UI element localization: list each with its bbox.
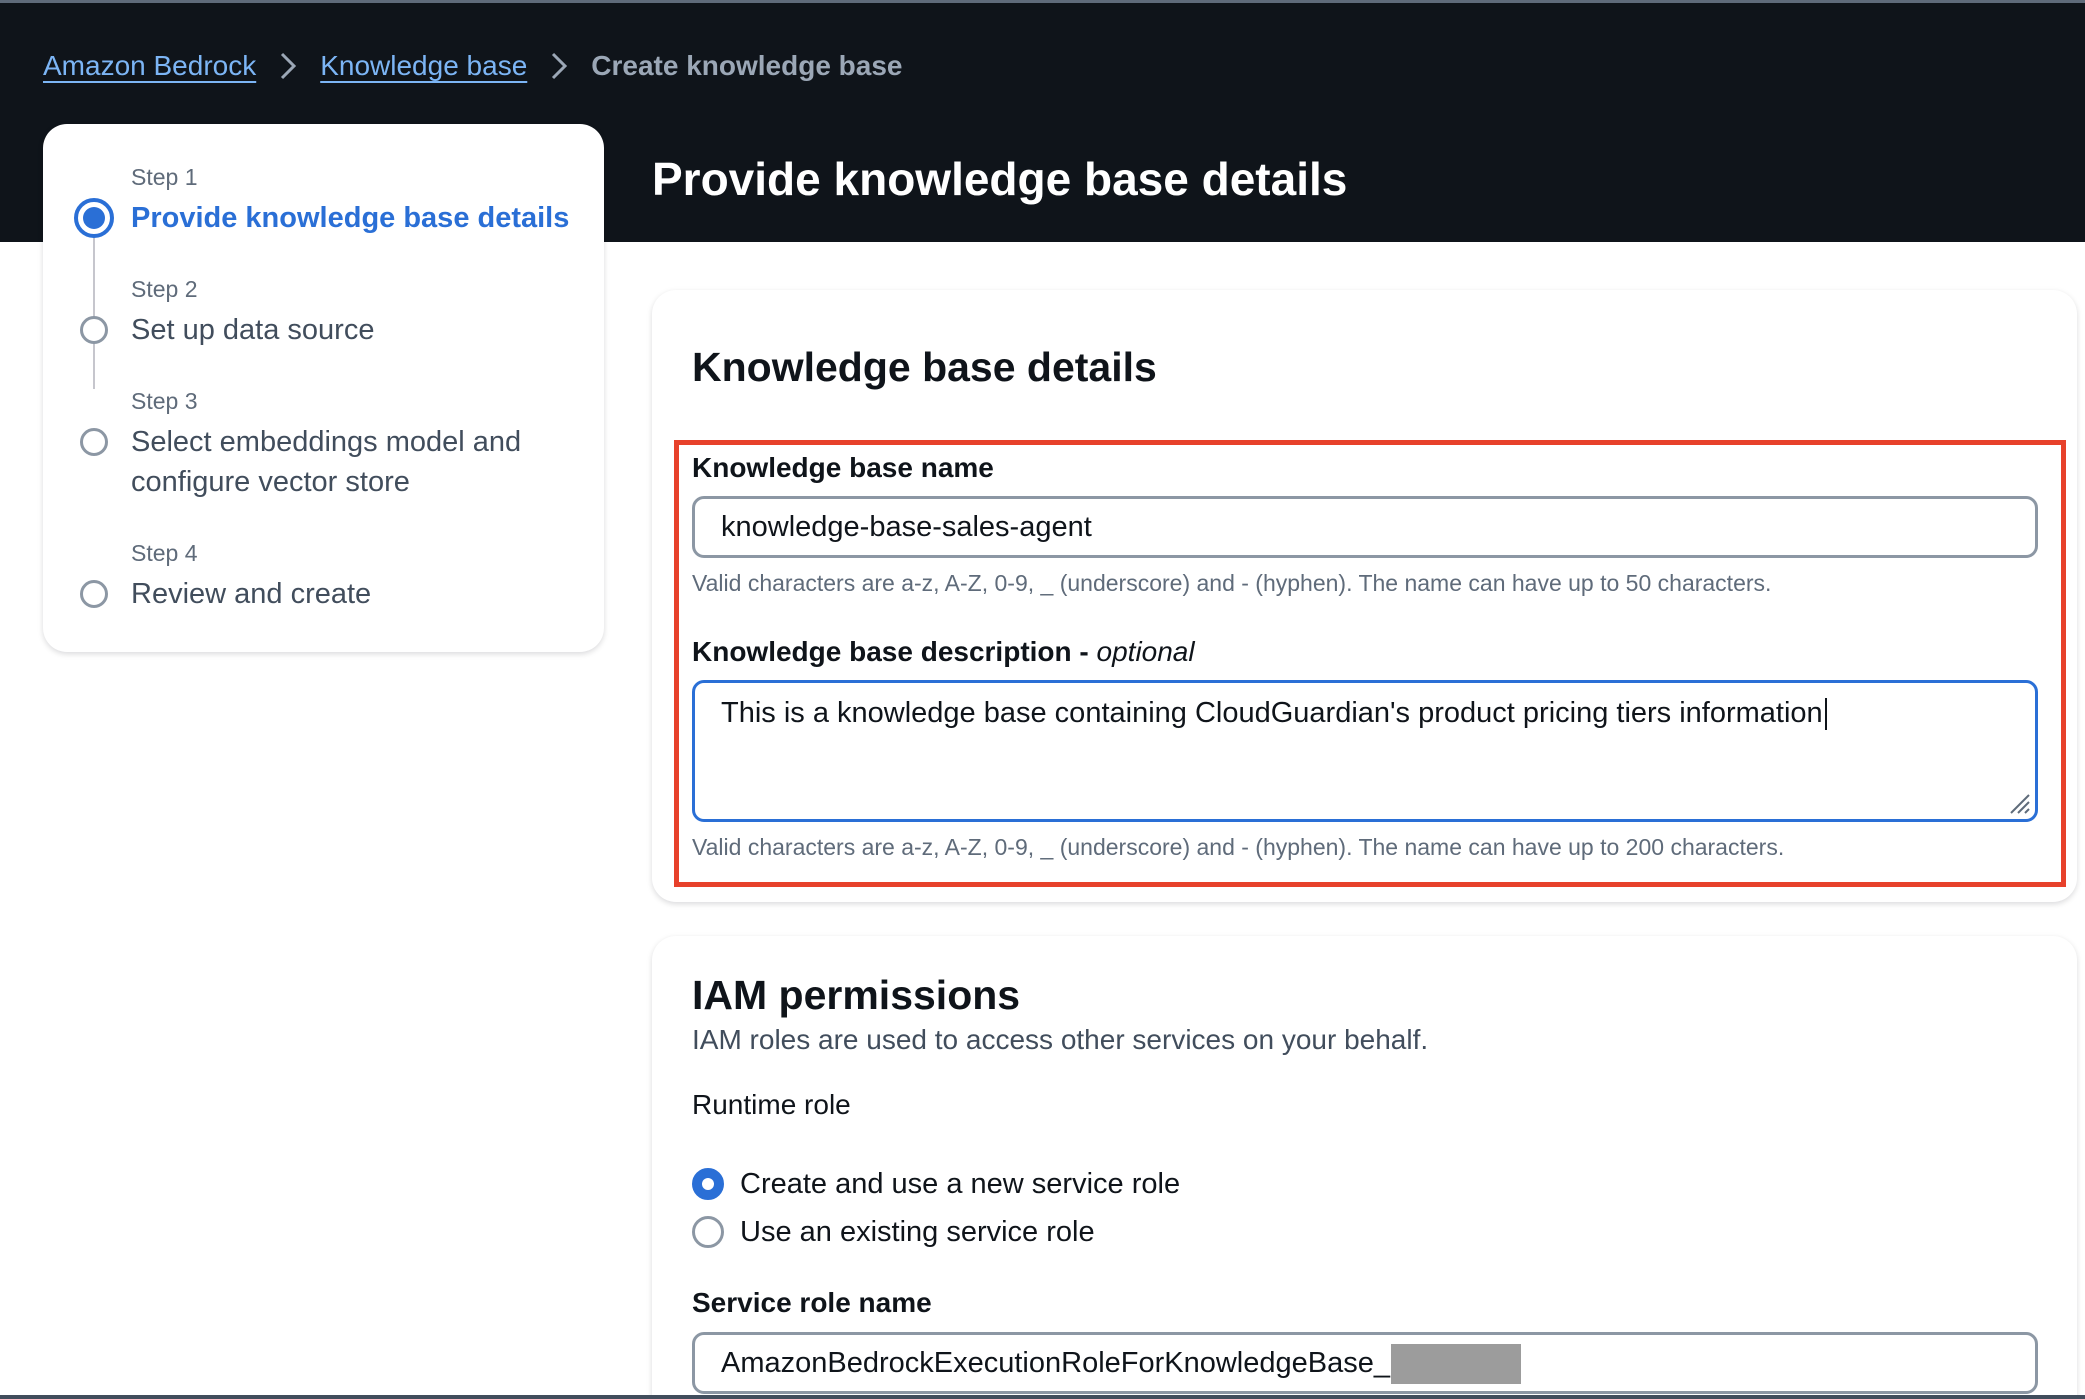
kb-description-label: Knowledge base description - optional [692, 636, 1195, 668]
section-heading: IAM permissions [692, 972, 1021, 1018]
kb-description-hint: Valid characters are a-z, A-Z, 0-9, _ (u… [692, 834, 1785, 860]
step-indicator-icon [80, 316, 108, 344]
wizard-steps-panel: Step 1 Provide knowledge base details St… [43, 124, 604, 652]
radio-label: Create and use a new service role [740, 1167, 1181, 1200]
kb-description-value: This is a knowledge base containing Clou… [721, 697, 1823, 729]
step-title: Set up data source [131, 314, 375, 346]
step-number: Step 1 [131, 164, 198, 190]
runtime-role-label: Runtime role [692, 1089, 851, 1120]
kb-name-input[interactable]: knowledge-base-sales-agent [692, 496, 2038, 558]
bottom-border [0, 1395, 2085, 1399]
kb-name-hint: Valid characters are a-z, A-Z, 0-9, _ (u… [692, 570, 1772, 596]
top-border [0, 0, 2085, 3]
optional-tag: optional [1096, 636, 1195, 667]
chevron-right-icon [527, 46, 591, 86]
section-heading: Knowledge base details [692, 344, 1157, 390]
service-role-name-value: AmazonBedrockExecutionRoleForKnowledgeBa… [721, 1347, 1390, 1379]
radio-unchecked-icon[interactable] [692, 1216, 724, 1248]
step-title-line-2: configure vector store [131, 466, 410, 498]
page: Amazon Bedrock Knowledge base Create kno… [0, 0, 2085, 1399]
iam-description: IAM roles are used to access other servi… [692, 1024, 1429, 1055]
step-indicator-icon [80, 428, 108, 456]
step-number: Step 4 [131, 540, 198, 566]
redacted-block [1391, 1344, 1521, 1385]
step-title[interactable]: Provide knowledge base details [131, 198, 569, 238]
chevron-right-icon [256, 46, 320, 86]
service-role-name-label: Service role name [692, 1287, 932, 1318]
knowledge-base-details-container: Knowledge base details Knowledge base na… [652, 290, 2077, 902]
iam-permissions-container: IAM permissions IAM roles are used to ac… [652, 936, 2077, 1399]
step-indicator-icon [80, 580, 108, 608]
radio-label: Use an existing service role [740, 1215, 1095, 1248]
step-title-line-1: Select embeddings model and [131, 426, 522, 458]
service-role-name-input[interactable]: AmazonBedrockExecutionRoleForKnowledgeBa… [692, 1332, 2038, 1394]
text-cursor [1824, 698, 1827, 731]
step-title: Review and create [131, 578, 372, 610]
breadcrumb-current: Create knowledge base [591, 50, 903, 81]
breadcrumb-link-amazon-bedrock[interactable]: Amazon Bedrock [43, 50, 256, 82]
breadcrumb: Amazon Bedrock Knowledge base Create kno… [43, 46, 903, 86]
kb-name-label: Knowledge base name [692, 452, 994, 483]
kb-description-label-text: Knowledge base description - [692, 636, 1097, 667]
resize-handle-icon[interactable] [2005, 789, 2031, 815]
radio-use-existing-role[interactable]: Use an existing service role [692, 1212, 1095, 1252]
page-title: Provide knowledge base details [652, 153, 1348, 205]
step-number: Step 2 [131, 276, 198, 302]
breadcrumb-link-knowledge-base[interactable]: Knowledge base [320, 50, 527, 82]
radio-checked-icon[interactable] [692, 1168, 724, 1200]
step-number: Step 3 [131, 388, 198, 414]
radio-create-new-role[interactable]: Create and use a new service role [692, 1164, 1180, 1204]
step-active-indicator-icon [74, 198, 114, 238]
kb-description-textarea[interactable]: This is a knowledge base containing Clou… [692, 680, 2038, 822]
